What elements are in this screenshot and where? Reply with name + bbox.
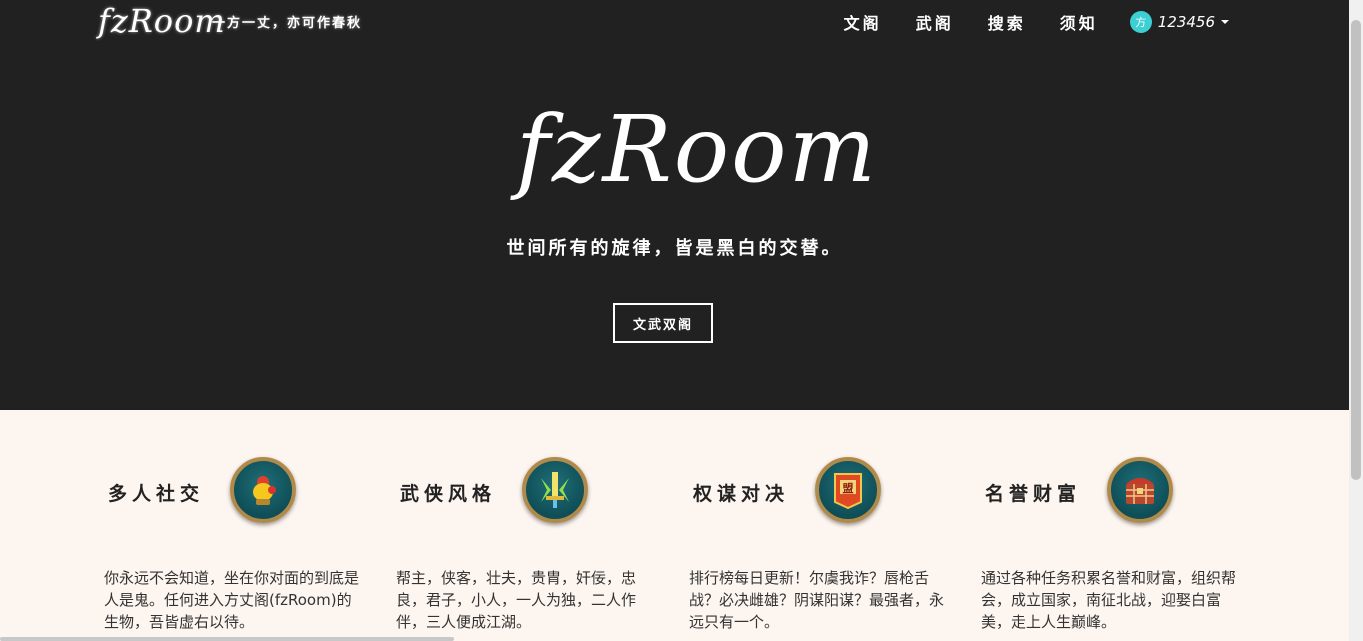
treasure-chest-icon bbox=[1107, 457, 1173, 523]
top-nav: 文阁 武阁 搜索 须知 方 123456 bbox=[810, 10, 1229, 34]
feature-title: 多人社交 bbox=[108, 483, 205, 505]
brand-slogan: 一方一丈，亦可作春秋 bbox=[212, 16, 363, 31]
feature-title: 权谋对决 bbox=[693, 483, 790, 505]
feature-description: 排行榜每日更新！尔虞我诈？唇枪舌战？必决雌雄？阴谋阳谋？最强者，永远只有一个。 bbox=[689, 569, 945, 631]
banner-text: 盟 bbox=[843, 482, 854, 495]
vertical-scrollbar[interactable] bbox=[1349, 0, 1363, 641]
chevron-down-icon bbox=[1221, 20, 1229, 24]
scrollbar-thumb[interactable] bbox=[1351, 20, 1361, 480]
nav-item-wu-ge[interactable]: 武阁 bbox=[916, 10, 954, 34]
feature-title: 武侠风格 bbox=[400, 483, 497, 505]
avatar: 方 bbox=[1129, 11, 1152, 33]
nav-item-search[interactable]: 搜索 bbox=[988, 10, 1026, 34]
hero-section: fzRoom 一方一丈，亦可作春秋 文阁 武阁 搜索 须知 方 123456 f… bbox=[0, 0, 1349, 410]
hero-motto: 世间所有的旋律，皆是黑白的交替。 bbox=[506, 238, 843, 259]
horizontal-scrollbar[interactable] bbox=[0, 637, 454, 641]
feature-description: 你永远不会知道，坐在你对面的到底是人是鬼。任何进入方丈阁(fzRoom)的生物，… bbox=[104, 569, 360, 631]
enter-hall-button[interactable]: 文武双阁 bbox=[613, 303, 713, 343]
feature-title: 名誉财富 bbox=[985, 483, 1082, 505]
user-menu[interactable]: 方 123456 bbox=[1129, 11, 1229, 33]
brand-logo[interactable]: fzRoom bbox=[98, 2, 226, 40]
hero-logo: fzRoom bbox=[516, 96, 878, 203]
banner-icon: 盟 bbox=[815, 457, 881, 523]
nav-item-wen-ge[interactable]: 文阁 bbox=[844, 10, 882, 34]
feature-description: 通过各种任务积累名誉和财富，组织帮会，成立国家，南征北战，迎娶白富美，走上人生巅… bbox=[981, 569, 1237, 631]
nav-item-notice[interactable]: 须知 bbox=[1060, 10, 1098, 34]
character-icon bbox=[230, 457, 296, 523]
username: 123456 bbox=[1157, 13, 1215, 31]
feature-description: 帮主，侠客，壮夫，贵胄，奸佞，忠良，君子，小人，一人为独，二人作伴，三人便成江湖… bbox=[396, 569, 637, 631]
sword-icon bbox=[522, 457, 588, 523]
